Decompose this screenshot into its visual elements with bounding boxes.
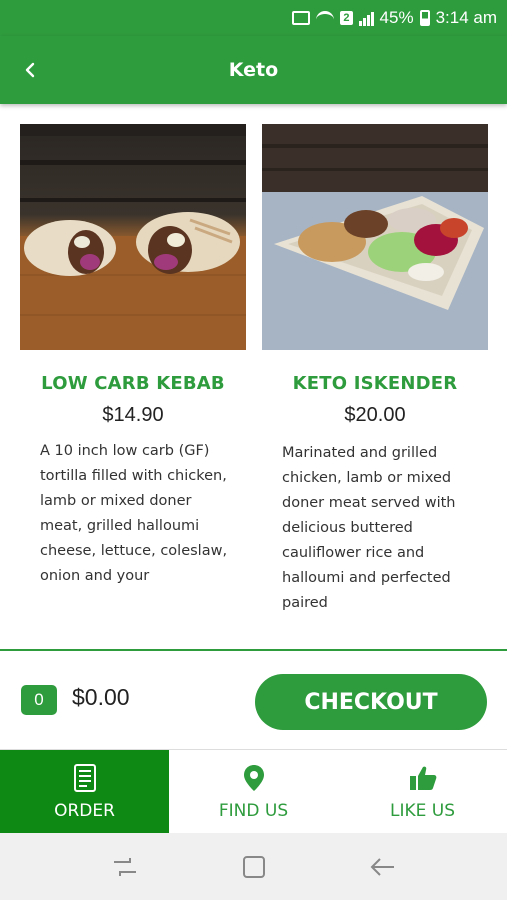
product-description: A 10 inch low carb (GF) tortilla filled … bbox=[40, 443, 228, 584]
nav-like-us[interactable]: LIKE US bbox=[338, 750, 507, 833]
battery-icon bbox=[419, 10, 430, 26]
product-grid: LOW CARB KEBAB $14.90 A 10 inch low carb… bbox=[0, 104, 507, 649]
nav-label: LIKE US bbox=[389, 800, 455, 821]
cart-total: $0.00 bbox=[72, 684, 130, 710]
product-image[interactable] bbox=[262, 124, 488, 350]
product-image[interactable] bbox=[20, 124, 246, 350]
recent-apps-button[interactable] bbox=[105, 847, 145, 887]
nav-label: FIND US bbox=[218, 800, 289, 821]
nav-label: ORDER bbox=[54, 800, 115, 821]
checkout-button[interactable]: CHECKOUT bbox=[255, 674, 487, 730]
signal-icon bbox=[358, 10, 374, 26]
product-card[interactable]: LOW CARB KEBAB $14.90 A 10 inch low carb… bbox=[20, 124, 246, 589]
app-bar: Keto bbox=[0, 36, 507, 104]
status-bar: 2 45% 3:14 am bbox=[0, 0, 507, 36]
product-price: $20.00 bbox=[344, 404, 406, 426]
sim-badge: 2 bbox=[340, 11, 353, 25]
battery-percent: 45% bbox=[379, 8, 414, 27]
product-name[interactable]: KETO ISKENDER bbox=[262, 372, 488, 396]
system-nav-bar bbox=[0, 833, 507, 900]
back-button[interactable] bbox=[14, 54, 46, 86]
product-name[interactable]: LOW CARB KEBAB bbox=[20, 372, 246, 396]
nav-find-us[interactable]: FIND US bbox=[169, 750, 338, 833]
wifi-icon bbox=[316, 11, 335, 25]
nav-order[interactable]: ORDER bbox=[0, 750, 169, 833]
clock: 3:14 am bbox=[435, 8, 497, 27]
home-square-icon bbox=[242, 855, 265, 878]
thumbs-up-icon bbox=[409, 763, 437, 793]
product-price: $14.90 bbox=[102, 404, 164, 426]
home-button[interactable] bbox=[234, 847, 274, 887]
back-arrow-icon bbox=[370, 857, 394, 876]
product-description: Marinated and grilled chicken, lamb or m… bbox=[282, 445, 456, 611]
menu-list-icon bbox=[73, 763, 96, 793]
cart-count-badge[interactable]: 0 bbox=[21, 685, 57, 715]
page-title: Keto bbox=[228, 59, 279, 81]
chevron-left-icon bbox=[25, 62, 35, 78]
back-system-button[interactable] bbox=[363, 847, 403, 887]
cast-icon bbox=[292, 11, 311, 25]
recent-apps-icon bbox=[113, 857, 136, 876]
cart-bar: 0 $0.00 CHECKOUT bbox=[0, 649, 507, 749]
bottom-nav: ORDER FIND US LIKE US bbox=[0, 749, 507, 833]
map-pin-icon bbox=[243, 763, 265, 793]
product-card[interactable]: KETO ISKENDER $20.00 Marinated and grill… bbox=[262, 124, 488, 616]
